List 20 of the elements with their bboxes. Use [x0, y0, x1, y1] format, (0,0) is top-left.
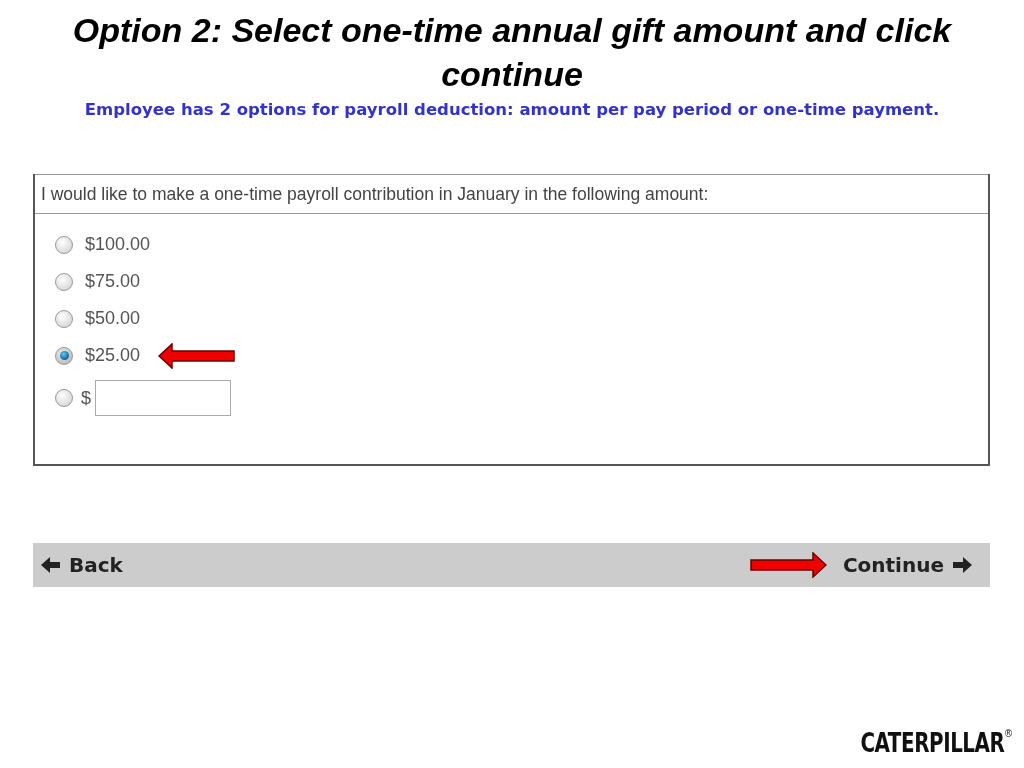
registered-mark: ®: [1004, 728, 1012, 739]
radio-button[interactable]: [55, 346, 73, 365]
continue-button[interactable]: Continue: [842, 553, 972, 577]
arrow-left-icon: [41, 557, 61, 573]
radio-button[interactable]: [55, 309, 73, 328]
company-logo: CATERPILLAR: [860, 728, 1005, 758]
radio-button[interactable]: [55, 235, 73, 254]
currency-label: $: [81, 387, 91, 409]
radio-button[interactable]: [55, 389, 73, 407]
slide-title: Option 2: Select one-time annual gift amount and click continue: [72, 10, 952, 95]
amount-label: $50.00: [85, 308, 141, 329]
back-button[interactable]: Back: [41, 553, 123, 577]
arrow-right-icon: [952, 557, 972, 573]
amount-field[interactable]: [95, 380, 231, 416]
radio-button[interactable]: [55, 272, 73, 291]
question-text: I would like to make a one-time payroll contribution in January in the following amount:: [35, 174, 988, 214]
amount-label: $25.00: [85, 345, 141, 366]
amount-label: $75.00: [85, 271, 141, 292]
slide-subtitle: Employee has 2 options for payroll deduction: amount per pay period or one-time payment.: [84, 99, 940, 121]
amount-label: $100.00: [85, 234, 151, 255]
